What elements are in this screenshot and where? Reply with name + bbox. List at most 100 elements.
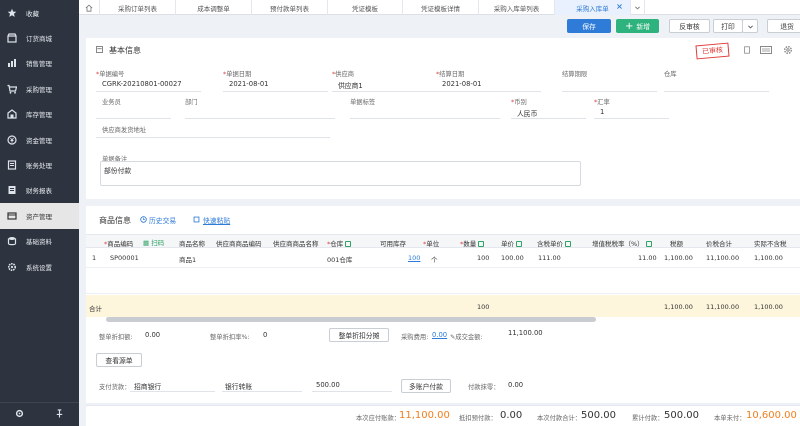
sidebar-item-warehouse[interactable]: 库存管理 — [0, 102, 79, 127]
sidebar-item-cart[interactable]: 采购管理 — [0, 76, 79, 101]
sidebar-item-report[interactable]: 财务报表 — [0, 178, 79, 203]
batch-edit-icon[interactable] — [645, 241, 652, 247]
dept-label: 部门 — [185, 99, 198, 106]
attachment-icon[interactable] — [743, 46, 751, 56]
batch-edit-icon[interactable] — [345, 241, 352, 247]
sidebar-item-ledger[interactable]: 账务处理 — [0, 152, 79, 177]
pay-bank-field[interactable]: 招商银行 — [134, 381, 161, 391]
settle-term-label: 结算期限 — [562, 71, 588, 78]
close-icon[interactable] — [616, 3, 623, 12]
row-tax-rate[interactable]: 11.00 — [638, 254, 657, 262]
print-button[interactable]: 打印 — [713, 19, 743, 33]
col-tax-price: 含税单价 — [537, 238, 571, 248]
pin-icon[interactable] — [55, 409, 64, 420]
tab-voucher-template[interactable]: 凭证模板 — [328, 0, 403, 15]
save-button[interactable]: 保存 — [567, 19, 611, 33]
discount-amount-field[interactable]: 0.00 — [145, 331, 160, 339]
home-icon[interactable] — [79, 0, 100, 15]
sidebar-item-label: 库存管理 — [26, 111, 52, 120]
history-link[interactable]: 历史交易 — [149, 215, 176, 225]
row-code[interactable]: SP00001 — [110, 254, 139, 262]
discount-rate-field[interactable]: 0 — [263, 331, 267, 339]
sidebar-item-database[interactable]: 基础资料 — [0, 229, 79, 254]
row-stock-link[interactable]: 100 — [408, 254, 420, 262]
sidebar-item-label: 账务处理 — [26, 162, 52, 171]
salesman-label: 业务员 — [102, 99, 121, 106]
horizontal-scrollbar[interactable] — [106, 317, 596, 322]
sidebar-item-label: 采购管理 — [26, 85, 52, 94]
sidebar-item-star[interactable]: 收藏 — [0, 0, 79, 25]
col-total: 价税合计 — [706, 240, 732, 248]
col-price: 单价 — [501, 238, 522, 248]
sidebar-item-shop[interactable]: 订货商城 — [0, 25, 79, 50]
col-qty: *数量 — [460, 238, 485, 248]
settings-gear-icon[interactable] — [783, 45, 793, 57]
settle-date-label: *结算日期 — [436, 71, 465, 78]
tab-purchase-inbound[interactable]: 采购入库单 — [555, 0, 631, 15]
doc-no-field[interactable]: CGRK-20210801-00027 — [102, 80, 182, 88]
view-source-button[interactable]: 查看源单 — [96, 353, 142, 367]
unaudit-button[interactable]: 反审核 — [669, 19, 710, 33]
ledger-icon — [7, 160, 17, 170]
tab-purchase-order-list[interactable]: 采购订单列表 — [100, 0, 176, 15]
database-icon — [7, 236, 17, 246]
settle-date-field[interactable]: 2021-08-01 — [442, 80, 482, 88]
row-tax: 1,100.00 — [664, 254, 693, 262]
sidebar-bottom — [0, 402, 79, 426]
sidebar-item-label: 收藏 — [26, 9, 39, 18]
row-total: 11,100.00 — [706, 254, 740, 262]
batch-edit-icon[interactable] — [516, 241, 522, 247]
remark-textarea[interactable]: 部份付款 — [100, 161, 581, 186]
tab-cost-adjust[interactable]: 成本调整单 — [176, 0, 252, 15]
discount-split-button[interactable]: 整单折扣分摊 — [329, 328, 389, 342]
tab-label: 采购入库单 — [576, 4, 609, 13]
sidebar-item-asset[interactable]: 资产管理 — [0, 203, 79, 229]
gear-icon[interactable] — [15, 409, 24, 420]
keyboard-icon[interactable] — [760, 46, 772, 56]
tab-prepay-list[interactable]: 预付款单列表 — [252, 0, 328, 15]
prepaid-value: 0.00 — [500, 410, 523, 421]
chevron-down-icon[interactable] — [631, 0, 645, 15]
cart-icon — [7, 84, 17, 94]
paid-value: 500.00 — [581, 410, 616, 421]
sidebar-item-money[interactable]: 资金管理 — [0, 127, 79, 152]
row-unit[interactable]: 个 — [431, 254, 438, 264]
doc-date-field[interactable]: 2021-08-01 — [229, 80, 269, 88]
table-row[interactable]: 1 SP00001 商品1 001仓库 100 个 100 100.00 111… — [86, 248, 800, 268]
add-button-label: 新增 — [636, 23, 650, 31]
batch-edit-icon[interactable] — [565, 241, 571, 247]
pay-diff-field[interactable]: 0.00 — [508, 381, 523, 389]
pay-amount-field[interactable]: 500.00 — [316, 381, 340, 389]
tab-purchase-inbound-list[interactable]: 采购入库单列表 — [479, 0, 555, 15]
row-price[interactable]: 100.00 — [501, 254, 524, 262]
collapse-icon[interactable]: − — [96, 46, 103, 53]
currency-field[interactable]: 人民币 — [517, 108, 537, 118]
paid-label: 本次付款合计： — [537, 415, 582, 422]
supplier-field[interactable]: 供应商1 — [338, 80, 363, 90]
return-button[interactable]: 退货 — [767, 19, 800, 33]
multi-account-pay-button[interactable]: 多账户付款 — [401, 379, 451, 393]
total-qty: 100 — [477, 303, 490, 311]
col-scan[interactable]: ▦ 扫码 — [143, 237, 164, 247]
scan-icon: ▦ — [143, 239, 150, 247]
print-dropdown-chevron-icon[interactable] — [742, 19, 758, 33]
row-name[interactable]: 商品1 — [179, 254, 196, 264]
add-button[interactable]: + 新增 — [616, 19, 659, 33]
sidebar-item-sales[interactable]: 销售管理 — [0, 51, 79, 76]
purchase-fee-link[interactable]: 0.00 — [432, 331, 447, 339]
row-tax-price[interactable]: 111.00 — [538, 254, 561, 262]
pay-method-field[interactable]: 银行转账 — [225, 381, 252, 391]
batch-edit-icon[interactable] — [478, 241, 485, 247]
row-qty[interactable]: 100 — [477, 254, 489, 262]
paste-link[interactable]: 快速粘贴 — [203, 215, 230, 225]
sidebar-item-gear[interactable]: 系统设置 — [0, 254, 79, 279]
goods-title: 商品信息 — [99, 216, 131, 225]
asset-icon — [7, 211, 17, 221]
col-unit: *单位 — [423, 240, 440, 248]
row-warehouse[interactable]: 001仓库 — [327, 254, 352, 264]
rate-field[interactable]: 1 — [600, 108, 604, 116]
gear-icon — [7, 262, 17, 272]
total-amount: 11,100.00 — [706, 303, 740, 311]
doc-no-label: *单据编号 — [96, 71, 125, 78]
tab-voucher-template-detail[interactable]: 凭证模板详情 — [403, 0, 479, 15]
